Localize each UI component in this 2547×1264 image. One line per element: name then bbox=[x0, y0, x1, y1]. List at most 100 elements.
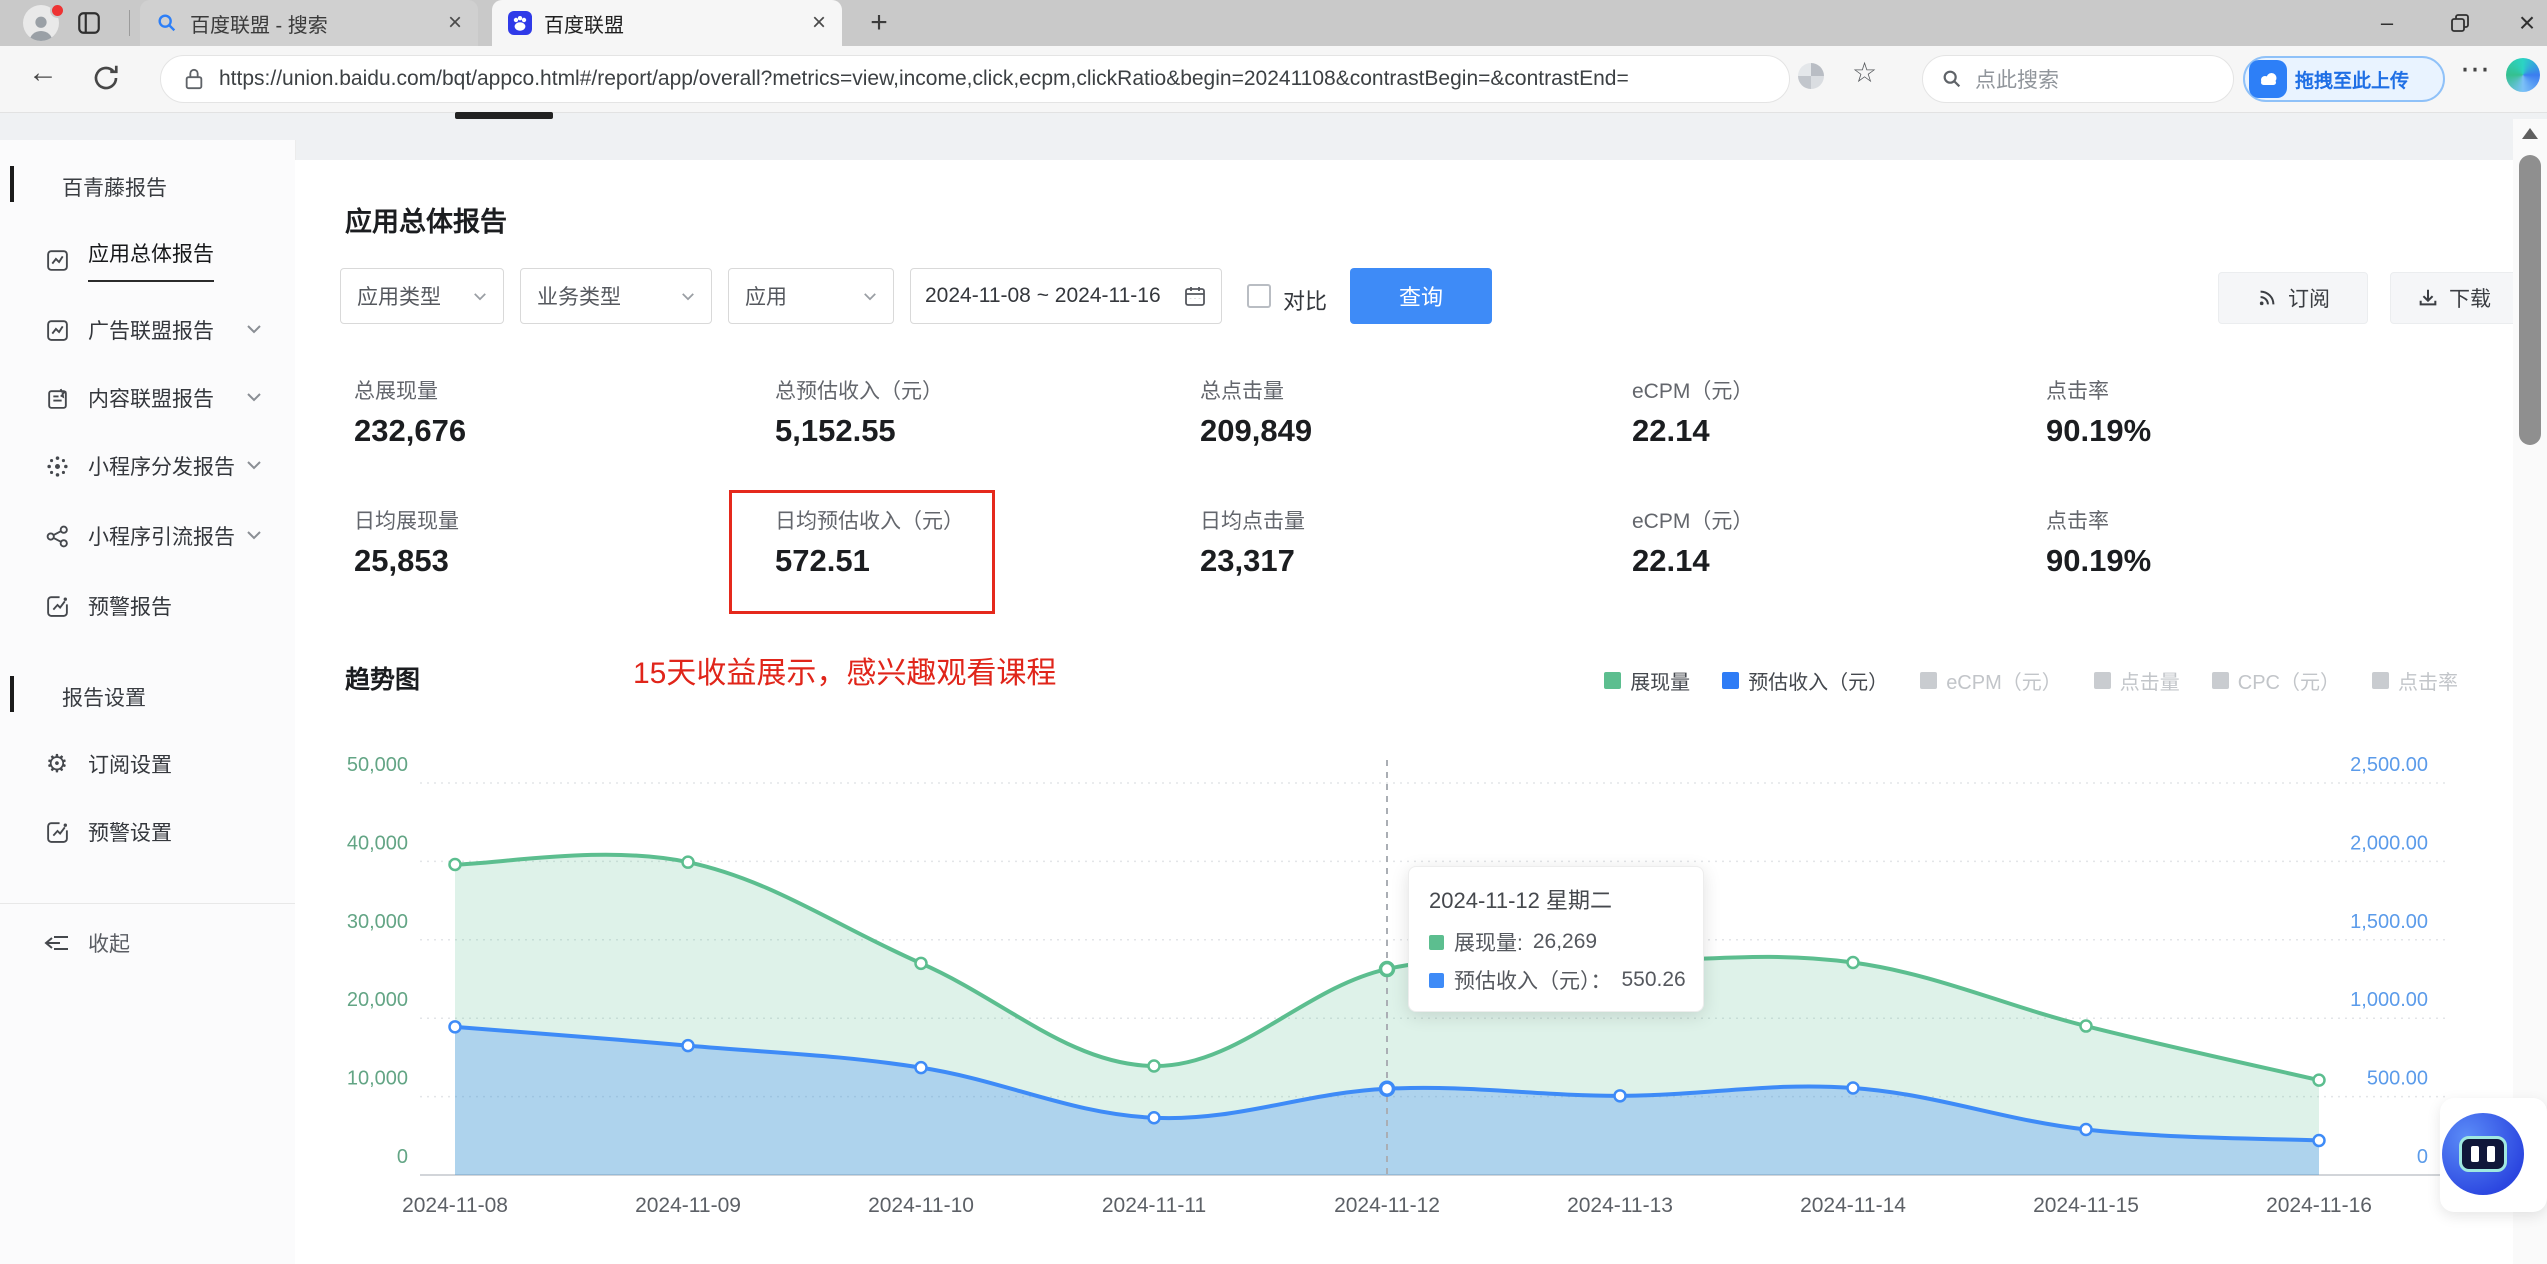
workspaces-icon[interactable] bbox=[76, 10, 102, 41]
group-marker bbox=[10, 676, 14, 712]
download-icon bbox=[2419, 289, 2437, 306]
stat-label: 总点击量 bbox=[1200, 380, 1284, 403]
content-report-icon bbox=[44, 385, 70, 411]
app-type-select[interactable]: 应用类型 bbox=[340, 268, 504, 324]
sidebar-group-report-settings: 报告设置 bbox=[62, 687, 146, 710]
date-range-picker[interactable]: 2024-11-08 ~ 2024-11-16 bbox=[910, 268, 1222, 324]
stat-value: 209,849 bbox=[1200, 413, 1313, 448]
stat-value: 23,317 bbox=[1200, 543, 1295, 578]
sidebar-item-subscription-settings[interactable]: ⚙ 订阅设置 bbox=[0, 730, 295, 798]
copilot-icon[interactable] bbox=[2506, 58, 2540, 92]
stat-value: 25,853 bbox=[354, 543, 449, 578]
svg-text:2,500.00: 2,500.00 bbox=[2350, 754, 2428, 776]
svg-text:2024-11-09: 2024-11-09 bbox=[635, 1194, 741, 1217]
sidebar-item-label: 小程序引流报告 bbox=[88, 526, 235, 549]
subscribe-button[interactable]: 订阅 bbox=[2218, 272, 2368, 324]
legend-swatch bbox=[2372, 672, 2389, 689]
sidebar-item-label: 订阅设置 bbox=[88, 754, 172, 777]
netdisk-upload-button[interactable]: 拖拽至此上传 bbox=[2243, 56, 2445, 102]
sidebar-item-content-union-report[interactable]: 内容联盟报告 bbox=[0, 364, 295, 432]
sidebar-item-alert-settings[interactable]: 预警设置 bbox=[0, 798, 295, 866]
legend-swatch bbox=[2093, 672, 2111, 689]
trend-chart[interactable]: 0 10,000 20,000 30,000 40,000 50,000 0 500.00 1,… bbox=[295, 690, 2513, 1246]
tab-close-icon[interactable]: × bbox=[448, 11, 462, 35]
svg-text:0: 0 bbox=[397, 1146, 408, 1168]
sidebar-item-alert-report[interactable]: 预警报告 bbox=[0, 572, 295, 640]
chevron-down-icon bbox=[682, 292, 694, 300]
sidebar-item-app-overall-report[interactable]: 应用总体报告 bbox=[0, 226, 295, 294]
svg-text:2024-11-12: 2024-11-12 bbox=[1334, 1194, 1440, 1217]
svg-text:0: 0 bbox=[2417, 1146, 2428, 1168]
stat-label: eCPM（元） bbox=[1632, 380, 1754, 403]
restore-icon bbox=[2451, 14, 2469, 32]
tab-title: 百度联盟 - 搜索 bbox=[190, 14, 328, 37]
rss-icon bbox=[2259, 290, 2275, 306]
back-button[interactable]: ← bbox=[28, 56, 58, 90]
sidebar-collapse-button[interactable]: 收起 bbox=[0, 909, 295, 977]
baidu-favicon bbox=[508, 11, 532, 35]
svg-text:10,000: 10,000 bbox=[347, 1068, 408, 1090]
assistant-robot-button[interactable] bbox=[2442, 1113, 2524, 1195]
new-tab-button[interactable]: + bbox=[862, 6, 896, 40]
robot-eye bbox=[2471, 1146, 2479, 1162]
tab-title: 百度联盟 bbox=[544, 14, 624, 37]
stat-value: 22.14 bbox=[1632, 413, 1710, 448]
chevron-down-icon bbox=[864, 292, 876, 300]
window-close-button[interactable]: × bbox=[2495, 0, 2547, 46]
sidebar-item-ad-union-report[interactable]: 广告联盟报告 bbox=[0, 296, 295, 364]
date-range-value: 2024-11-08 ~ 2024-11-16 bbox=[925, 284, 1161, 307]
page-title: 应用总体报告 bbox=[345, 207, 507, 237]
sidebar-item-label: 广告联盟报告 bbox=[88, 320, 214, 343]
sidebar-item-label: 收起 bbox=[88, 933, 130, 956]
stat-value: 22.14 bbox=[1632, 543, 1710, 578]
tooltip-label: 展现量: bbox=[1454, 932, 1523, 955]
browser-tab-search[interactable]: 百度联盟 - 搜索 × bbox=[140, 0, 478, 46]
app-select[interactable]: 应用 bbox=[728, 268, 894, 324]
window-minimize-button[interactable]: – bbox=[2355, 0, 2419, 46]
stat-label: 日均展现量 bbox=[354, 510, 459, 533]
refresh-button[interactable] bbox=[90, 62, 122, 99]
download-label: 下载 bbox=[2449, 288, 2491, 311]
chevron-down-icon bbox=[474, 292, 486, 300]
svg-text:30,000: 30,000 bbox=[347, 911, 408, 933]
upload-label: 拖拽至此上传 bbox=[2295, 70, 2410, 92]
sidebar-item-label: 预警报告 bbox=[88, 596, 172, 619]
sidebar-item-miniapp-traffic-report[interactable]: 小程序引流报告 bbox=[0, 502, 295, 570]
trend-chart-canvas: 0 10,000 20,000 30,000 40,000 50,000 0 500.00 1,… bbox=[347, 754, 2450, 1217]
business-type-select[interactable]: 业务类型 bbox=[520, 268, 712, 324]
chevron-down-icon bbox=[246, 321, 262, 339]
url-text[interactable]: https://union.baidu.com/bqt/appco.html#/… bbox=[219, 67, 1767, 91]
bookmark-star-icon[interactable]: ☆ bbox=[1852, 56, 1877, 89]
browser-tab-baidu-union[interactable]: 百度联盟 × bbox=[492, 0, 842, 46]
scrollbar-up-arrow[interactable] bbox=[2522, 128, 2538, 139]
svg-text:2024-11-13: 2024-11-13 bbox=[1567, 1194, 1673, 1217]
scrollbar-thumb[interactable] bbox=[2519, 155, 2541, 445]
stat-label: 总预估收入（元） bbox=[775, 380, 943, 403]
legend-swatch bbox=[2211, 672, 2229, 689]
translate-icon[interactable] bbox=[1798, 63, 1824, 89]
report-chart-icon bbox=[44, 317, 70, 343]
svg-text:500.00: 500.00 bbox=[2367, 1068, 2428, 1090]
browser-menu-icon[interactable]: ⋯ bbox=[2460, 52, 2490, 87]
sidebar-item-label: 小程序分发报告 bbox=[88, 456, 235, 479]
share-nodes-icon bbox=[44, 523, 70, 549]
toolbar-search-box[interactable]: 点此搜索 bbox=[1922, 55, 2234, 103]
loading-indicator bbox=[455, 112, 553, 119]
notification-dot bbox=[50, 3, 65, 18]
tooltip-value: 26,269 bbox=[1532, 930, 1598, 953]
stat-label: eCPM（元） bbox=[1632, 510, 1754, 533]
stat-label: 日均点击量 bbox=[1200, 510, 1305, 533]
tab-close-icon[interactable]: × bbox=[812, 11, 826, 35]
download-button[interactable]: 下载 bbox=[2390, 272, 2518, 324]
search-icon bbox=[1943, 70, 1961, 88]
sidebar-item-miniapp-distribution-report[interactable]: 小程序分发报告 bbox=[0, 432, 295, 500]
compare-checkbox[interactable] bbox=[1247, 284, 1271, 308]
select-value: 应用类型 bbox=[357, 286, 441, 309]
stat-label: 点击率 bbox=[2046, 380, 2109, 403]
stat-label: 点击率 bbox=[2046, 510, 2109, 533]
alert-trend-icon bbox=[44, 593, 70, 619]
query-button[interactable]: 查询 bbox=[1350, 268, 1492, 324]
tab-divider bbox=[129, 10, 130, 36]
address-bar[interactable]: https://union.baidu.com/bqt/appco.html#/… bbox=[160, 55, 1790, 103]
window-restore-button[interactable] bbox=[2428, 0, 2492, 46]
